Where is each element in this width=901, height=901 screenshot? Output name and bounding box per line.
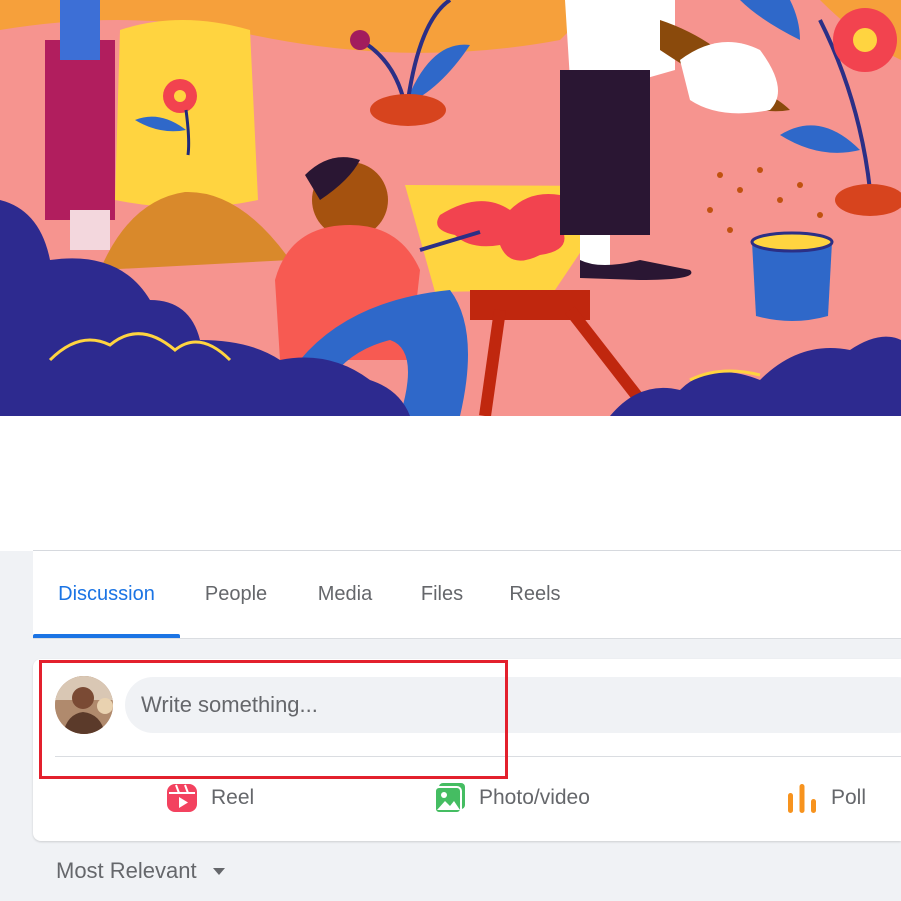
photo-video-icon xyxy=(434,783,465,814)
highlight-box xyxy=(39,660,508,779)
sort-label: Most Relevant xyxy=(56,858,197,883)
tab-label: Media xyxy=(317,583,373,605)
group-tabs: Discussion People Media Files Reels xyxy=(33,550,901,639)
reel-icon xyxy=(167,784,197,812)
tab-label: Reels xyxy=(509,583,561,605)
poll-button[interactable]: Poll xyxy=(785,763,866,833)
tab-label: Discussion xyxy=(58,583,155,605)
photo-video-label: Photo/video xyxy=(479,786,590,809)
cover-bottom-area xyxy=(0,416,901,551)
caret-down-icon xyxy=(212,867,225,875)
poll-label: Poll xyxy=(831,786,867,809)
sort-dropdown[interactable]: Most Relevant xyxy=(56,858,225,884)
group-cover-photo xyxy=(0,0,901,416)
tab-people[interactable]: People xyxy=(188,551,284,637)
tab-reels[interactable]: Reels xyxy=(495,551,575,637)
tab-discussion[interactable]: Discussion xyxy=(33,551,180,638)
tab-label: People xyxy=(204,583,268,605)
tab-files[interactable]: Files xyxy=(405,551,479,637)
tab-label: Files xyxy=(420,583,464,605)
active-tab-indicator xyxy=(33,634,180,638)
cover-illustration xyxy=(0,0,901,416)
poll-icon xyxy=(788,784,816,813)
tab-media[interactable]: Media xyxy=(298,551,392,637)
reel-label: Reel xyxy=(211,786,255,809)
